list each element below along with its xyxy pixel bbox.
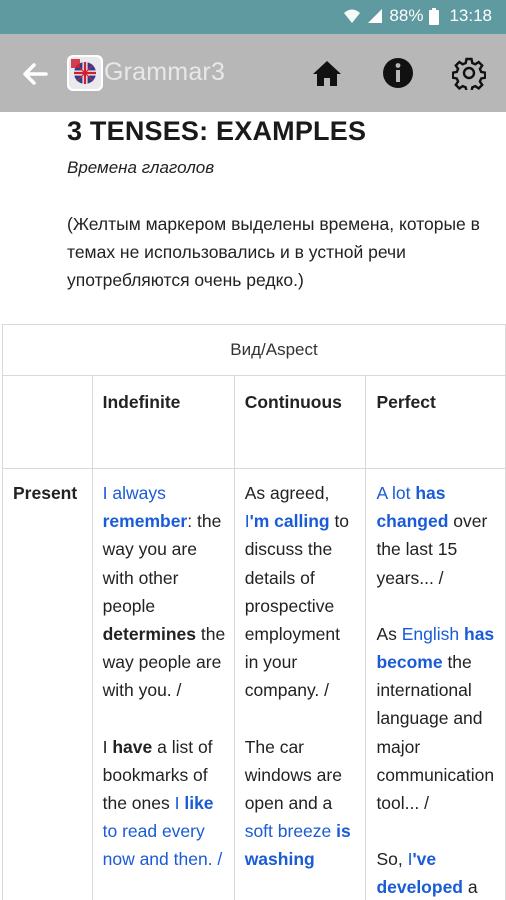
example-paragraph: The car windows are open and a soft bree… xyxy=(245,733,358,874)
verb-highlight: 'm calling xyxy=(249,511,330,532)
home-icon[interactable] xyxy=(310,56,344,90)
plain-text: The car windows are open and a xyxy=(244,736,342,814)
example-paragraph: I have a list of bookmarks of the ones I… xyxy=(103,733,226,874)
app-bar: Grammar3 xyxy=(0,34,506,112)
clock: 13:18 xyxy=(449,6,492,25)
cell-present-indefinite: I always remember: the way you are with … xyxy=(91,468,235,900)
verb-text: determines xyxy=(102,624,196,645)
aspect-header: Вид/Aspect xyxy=(2,324,506,376)
cell-present-continuous: As agreed, I'm calling to discuss the de… xyxy=(233,468,367,900)
example-paragraph: As English has become the international … xyxy=(376,620,497,817)
row-label-present: Present xyxy=(2,468,93,900)
signal-icon xyxy=(367,8,383,24)
wifi-icon xyxy=(343,8,361,24)
example-paragraph: As agreed, I'm calling to discuss the de… xyxy=(245,479,358,705)
highlight-text: A lot xyxy=(376,483,416,503)
verb-highlight: remember xyxy=(102,511,188,532)
example-paragraph: I always remember: the way you are with … xyxy=(103,479,226,705)
plain-text: the international language and major com… xyxy=(376,652,495,814)
battery-icon xyxy=(429,7,440,25)
plain-text: to discuss the details of prospective em… xyxy=(244,511,350,701)
verb-highlight: like xyxy=(184,793,214,814)
verb-highlight: washing xyxy=(244,849,315,870)
page-title: 3 TENSES: EXAMPLES xyxy=(67,116,367,146)
app-title: Grammar3 xyxy=(104,58,226,86)
app-logo xyxy=(67,55,103,91)
status-bar: 88% 13:18 xyxy=(0,0,506,34)
example-paragraph: A lot has changed over the last 15 years… xyxy=(376,479,497,592)
battery-percent: 88% xyxy=(389,6,424,25)
plain-text: So, xyxy=(376,849,408,870)
page-subtitle: Времена глаголов xyxy=(67,158,215,177)
highlight-text: I always xyxy=(102,483,166,503)
page-note: (Желтым маркером выделены времена, котор… xyxy=(67,214,480,290)
column-header-perfect: Perfect xyxy=(365,375,506,469)
highlight-text: to read every now and then. / xyxy=(102,821,223,870)
back-arrow-icon[interactable] xyxy=(18,57,52,91)
cell-present-perfect: A lot has changed over the last 15 years… xyxy=(365,468,506,900)
corner-cell xyxy=(2,375,93,469)
content-area[interactable]: 3 TENSES: EXAMPLES Времена глаголов (Жел… xyxy=(0,112,506,900)
verb-highlight: is xyxy=(336,821,351,842)
column-header-continuous: Continuous xyxy=(233,375,367,469)
highlight-text: I xyxy=(174,793,185,814)
column-header-indefinite: Indefinite xyxy=(91,375,235,469)
highlight-text: soft breeze xyxy=(244,821,337,842)
gear-icon[interactable] xyxy=(451,56,487,93)
info-icon[interactable] xyxy=(381,56,415,90)
plain-text: As agreed, xyxy=(244,483,330,503)
highlight-text: English xyxy=(401,623,464,644)
tenses-table: Вид/Aspect Indefinite Continuous Perfect… xyxy=(2,324,506,900)
plain-text: As xyxy=(376,623,402,644)
verb-text: have xyxy=(112,736,153,757)
example-paragraph: So, I've developed a habit of xyxy=(376,845,497,900)
plain-text: I xyxy=(102,736,113,757)
